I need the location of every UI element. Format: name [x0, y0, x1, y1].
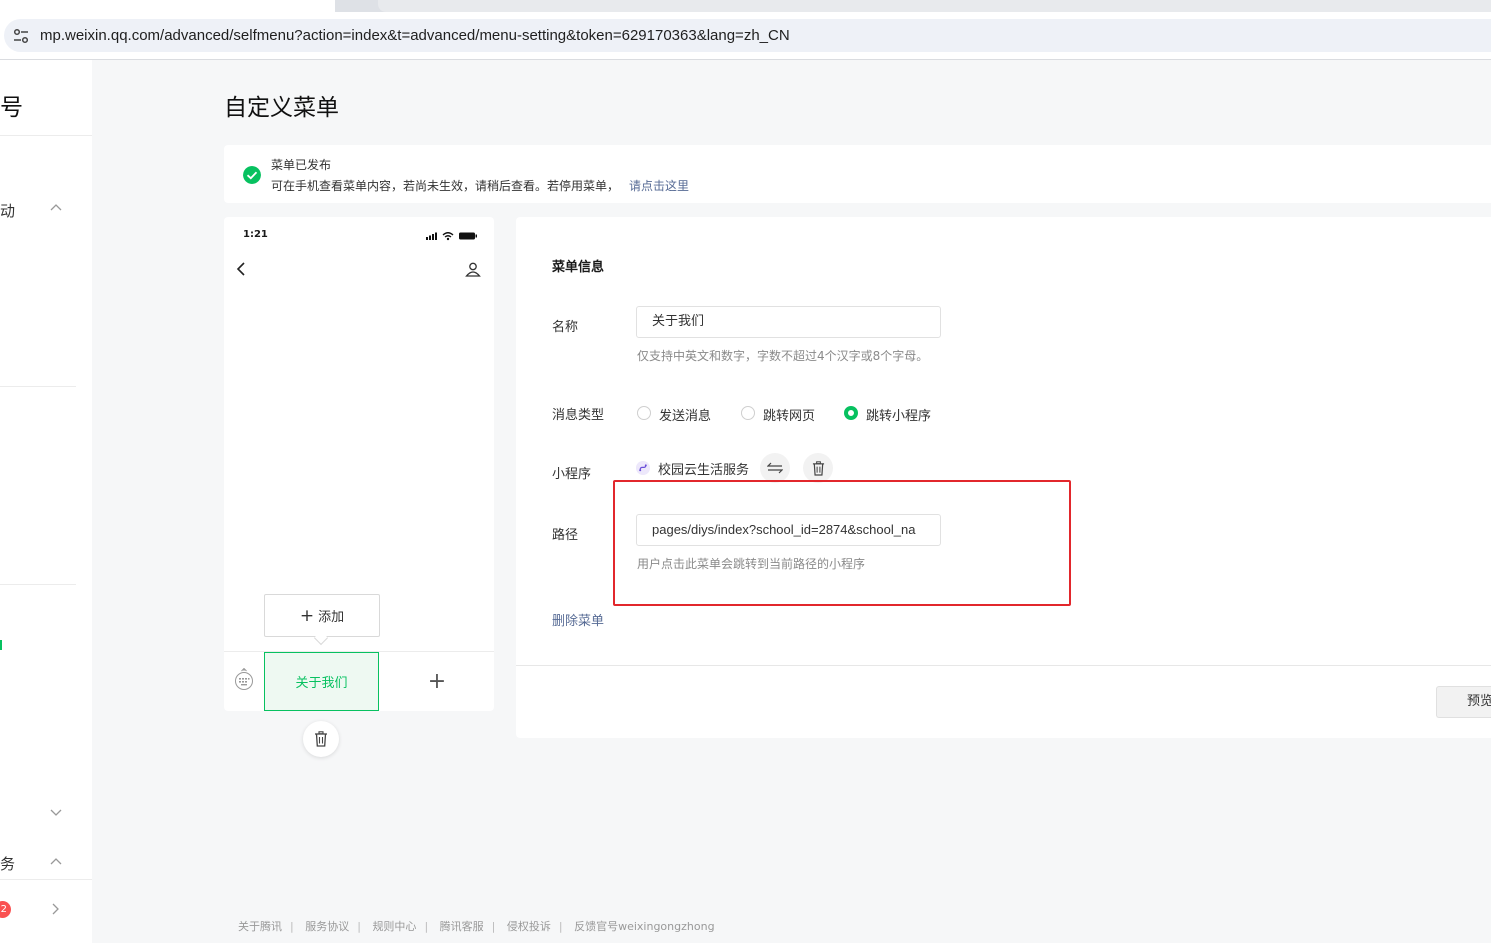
radio-open-webpage[interactable] [741, 406, 755, 420]
notice-description: 可在手机查看菜单内容，若尚未生效，请稍后查看。若停用菜单， 请点击这里 [271, 177, 689, 194]
sidebar-item-label[interactable]: 动 [0, 200, 15, 221]
check-circle-icon [243, 166, 261, 184]
publish-notice [224, 145, 1491, 203]
back-arrow-icon[interactable] [236, 261, 246, 277]
remove-miniprogram-button[interactable] [803, 453, 833, 483]
switch-miniprogram-button[interactable] [760, 453, 790, 483]
plus-icon: + [299, 605, 315, 626]
sidebar [0, 60, 92, 943]
page-title: 自定义菜单 [224, 95, 339, 121]
sidebar-divider [0, 386, 76, 387]
trash-icon [315, 731, 327, 747]
swap-icon [767, 462, 783, 474]
message-type-label: 消息类型 [552, 408, 605, 423]
footer-link-support[interactable]: 腾讯客服 [440, 920, 484, 933]
sidebar-divider [0, 879, 92, 880]
path-label: 路径 [552, 528, 579, 543]
sidebar-active-marker [0, 640, 2, 650]
radio-label[interactable]: 跳转小程序 [866, 405, 931, 424]
sidebar-divider [0, 584, 76, 585]
section-title: 菜单信息 [552, 260, 605, 275]
delete-menu-link[interactable]: 删除菜单 [552, 610, 604, 629]
chevron-right-icon[interactable] [52, 903, 60, 915]
plus-icon: + [427, 669, 447, 694]
notice-text: 可在手机查看菜单内容，若尚未生效，请稍后查看。若停用菜单， [271, 179, 620, 193]
stop-menu-link[interactable]: 请点击这里 [629, 179, 689, 193]
chevron-up-icon[interactable] [50, 203, 62, 211]
menu-item-selected[interactable]: 关于我们 [264, 652, 379, 711]
footer-separator: | [491, 920, 496, 933]
radio-label[interactable]: 发送消息 [659, 405, 711, 424]
radio-label[interactable]: 跳转网页 [763, 405, 815, 424]
footer-link-feedback[interactable]: 反馈官号weixingongzhong [574, 920, 714, 933]
footer-links: 关于腾讯 | 服务协议 | 规则中心 | 腾讯客服 | 侵权投诉 | 反馈官号weixin… [238, 918, 715, 934]
miniprogram-name: 校园云生活服务 [658, 462, 750, 478]
miniprogram-chip: 校园云生活服务 [636, 458, 749, 478]
footer-link-complaint[interactable]: 侵权投诉 [507, 920, 551, 933]
user-profile-icon[interactable] [465, 261, 481, 277]
footer-link-about[interactable]: 关于腾讯 [238, 920, 282, 933]
delete-menu-button[interactable] [303, 721, 339, 757]
name-label: 名称 [552, 320, 579, 335]
add-menu-button[interactable]: + [380, 652, 494, 711]
add-submenu-button[interactable]: + 添加 [264, 594, 380, 637]
sidebar-item-label[interactable]: 务 [0, 853, 15, 874]
panel-divider [516, 665, 1491, 666]
name-hint: 仅支持中英文和数字，字数不超过4个汉字或8个字母。 [637, 349, 929, 363]
trash-icon [812, 460, 824, 476]
notice-title: 菜单已发布 [271, 158, 332, 172]
highlight-annotation-box [613, 480, 1071, 606]
chevron-down-icon[interactable] [50, 809, 62, 817]
signal-wifi-battery-icon [426, 232, 477, 241]
preview-button[interactable]: 预览 [1436, 686, 1491, 718]
menu-name-input[interactable]: 关于我们 [636, 306, 941, 338]
miniprogram-label: 小程序 [552, 467, 592, 482]
footer-link-terms[interactable]: 服务协议 [305, 920, 349, 933]
footer-link-rules[interactable]: 规则中心 [372, 920, 416, 933]
footer-separator: | [424, 920, 429, 933]
browser-tab-active[interactable] [0, 0, 335, 12]
sidebar-title: 号 [0, 95, 23, 121]
sidebar-divider [0, 135, 92, 136]
miniprogram-icon [636, 461, 650, 475]
phone-time: 1:21 [243, 229, 268, 240]
browser-tab[interactable] [378, 0, 1491, 12]
chevron-up-icon[interactable] [50, 857, 62, 865]
site-settings-icon[interactable] [12, 27, 30, 45]
url-text[interactable]: mp.weixin.qq.com/advanced/selfmenu?actio… [40, 26, 790, 46]
radio-open-miniprogram[interactable] [844, 406, 858, 420]
footer-separator: | [290, 920, 294, 933]
radio-send-message[interactable] [637, 406, 651, 420]
keyboard-icon [235, 668, 253, 690]
add-submenu-label: 添加 [318, 610, 345, 625]
footer-separator: | [357, 920, 361, 933]
footer-separator: | [558, 920, 563, 933]
